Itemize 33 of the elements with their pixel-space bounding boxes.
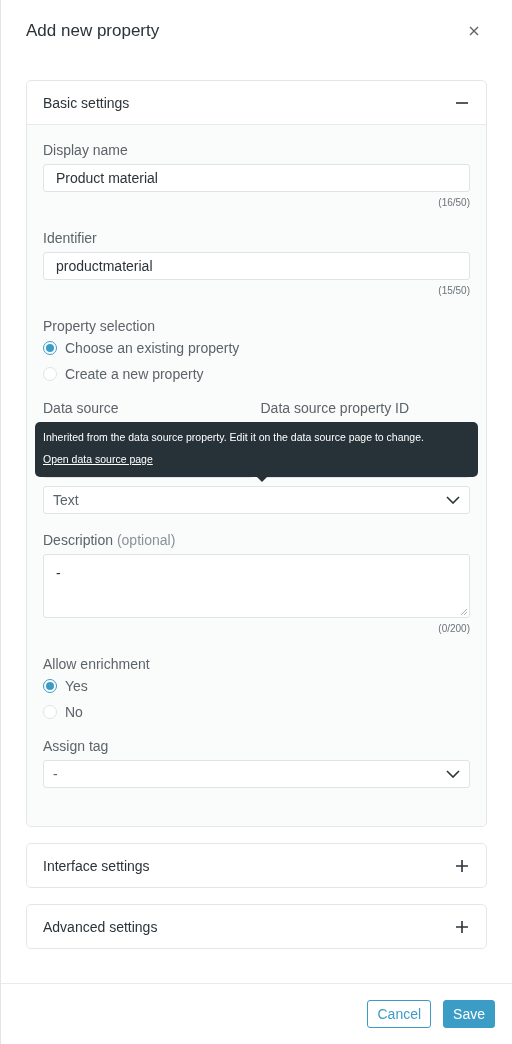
field-label: Identifier (43, 230, 98, 246)
plus-icon[interactable] (455, 858, 469, 873)
character-counter: (15/50) (437, 285, 470, 296)
character-counter: (0/200) (437, 623, 470, 634)
field-label: Description (optional) (43, 532, 177, 548)
radio-option[interactable]: Choose an existing property (43, 340, 470, 356)
description-field[interactable]: - (43, 554, 470, 618)
section-title[interactable]: Basic settings (43, 94, 130, 111)
select-dropdown[interactable]: - (43, 760, 470, 788)
field-label: Data source (43, 400, 120, 416)
section-title[interactable]: Interface settings (43, 857, 150, 874)
field-label: Property selection (43, 318, 157, 334)
cancel-button[interactable]: Cancel (367, 1000, 432, 1028)
chevron-down-icon (446, 496, 460, 504)
text-field[interactable]: productmaterial (43, 252, 470, 280)
radio-option[interactable]: Create a new property (43, 366, 470, 382)
field-label: Display name (43, 142, 129, 158)
field-label: Allow enrichment (43, 656, 151, 672)
character-counter: (16/50) (437, 197, 470, 208)
field-label: Data source property ID (260, 400, 411, 416)
radio-option[interactable]: Yes (43, 678, 470, 694)
close-icon[interactable] (468, 25, 480, 37)
section-title[interactable]: Advanced settings (43, 918, 158, 935)
radio-option[interactable]: No (43, 704, 470, 720)
text-field[interactable]: Product material (43, 164, 470, 192)
select-dropdown[interactable]: Text (43, 486, 470, 514)
open-data-source-link[interactable]: Open data source page (43, 451, 153, 468)
resize-grip-icon[interactable] (460, 608, 467, 615)
dialog-title: Add new property (26, 21, 160, 41)
field-label: Assign tag (43, 738, 110, 754)
tooltip-text: Inherited from the data source property. Edit it on the data source page to change. (43, 431, 424, 443)
plus-icon[interactable] (455, 919, 469, 934)
chevron-down-icon (446, 770, 460, 778)
